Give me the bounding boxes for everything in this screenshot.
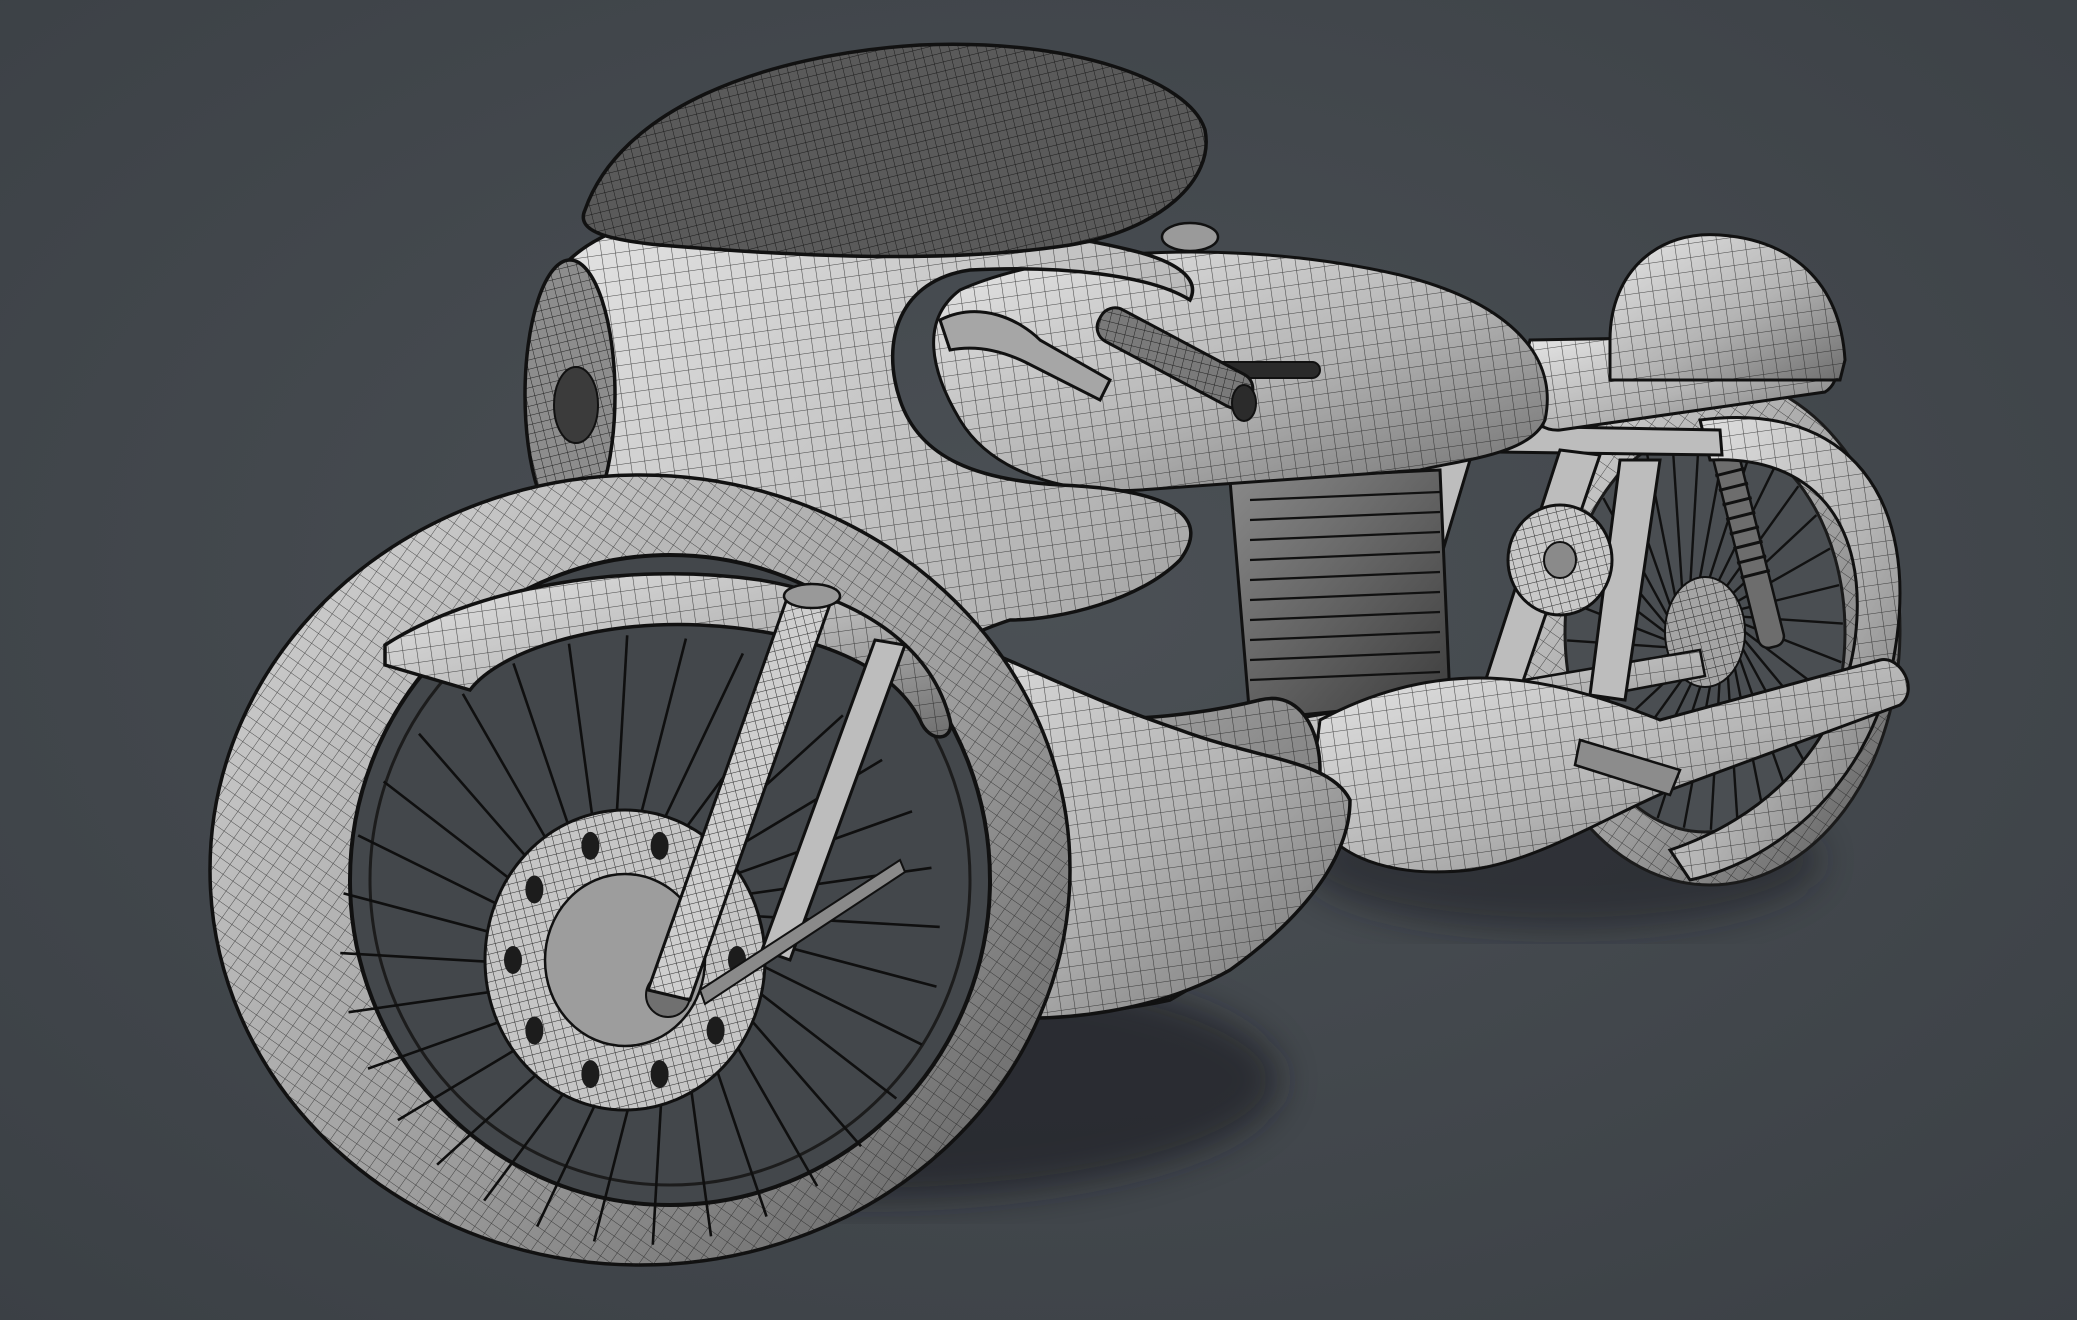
brake-disc-hole	[504, 946, 522, 974]
brake-disc-hole	[650, 831, 669, 860]
brake-disc-hole	[581, 831, 600, 860]
3d-viewport[interactable]	[0, 0, 2077, 1320]
motorcycle-wireframe-render	[0, 0, 2077, 1320]
brake-disc-hole	[525, 1016, 544, 1045]
brake-disc-hole	[650, 1060, 669, 1089]
brake-disc-hole	[581, 1060, 600, 1089]
brake-disc-hole	[706, 1016, 725, 1045]
brake-disc-hole	[525, 875, 544, 904]
